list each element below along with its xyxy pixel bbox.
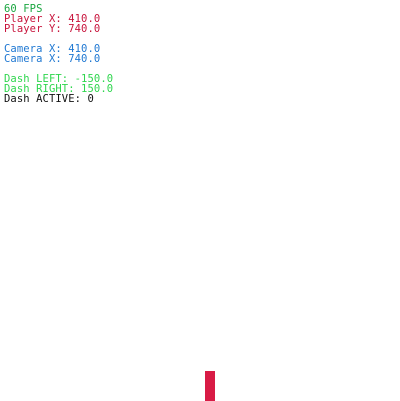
player-sprite — [205, 371, 215, 401]
debug-hud: 60 FPS Player X: 410.0 Player Y: 740.0 C… — [4, 4, 113, 105]
player-y-readout: Player Y: 740.0 — [4, 23, 101, 35]
game-canvas[interactable]: 60 FPS Player X: 410.0 Player Y: 740.0 C… — [0, 0, 400, 401]
camera-y-readout: Camera X: 740.0 — [4, 53, 101, 65]
dash-active-readout: Dash ACTIVE: 0 — [4, 93, 94, 105]
